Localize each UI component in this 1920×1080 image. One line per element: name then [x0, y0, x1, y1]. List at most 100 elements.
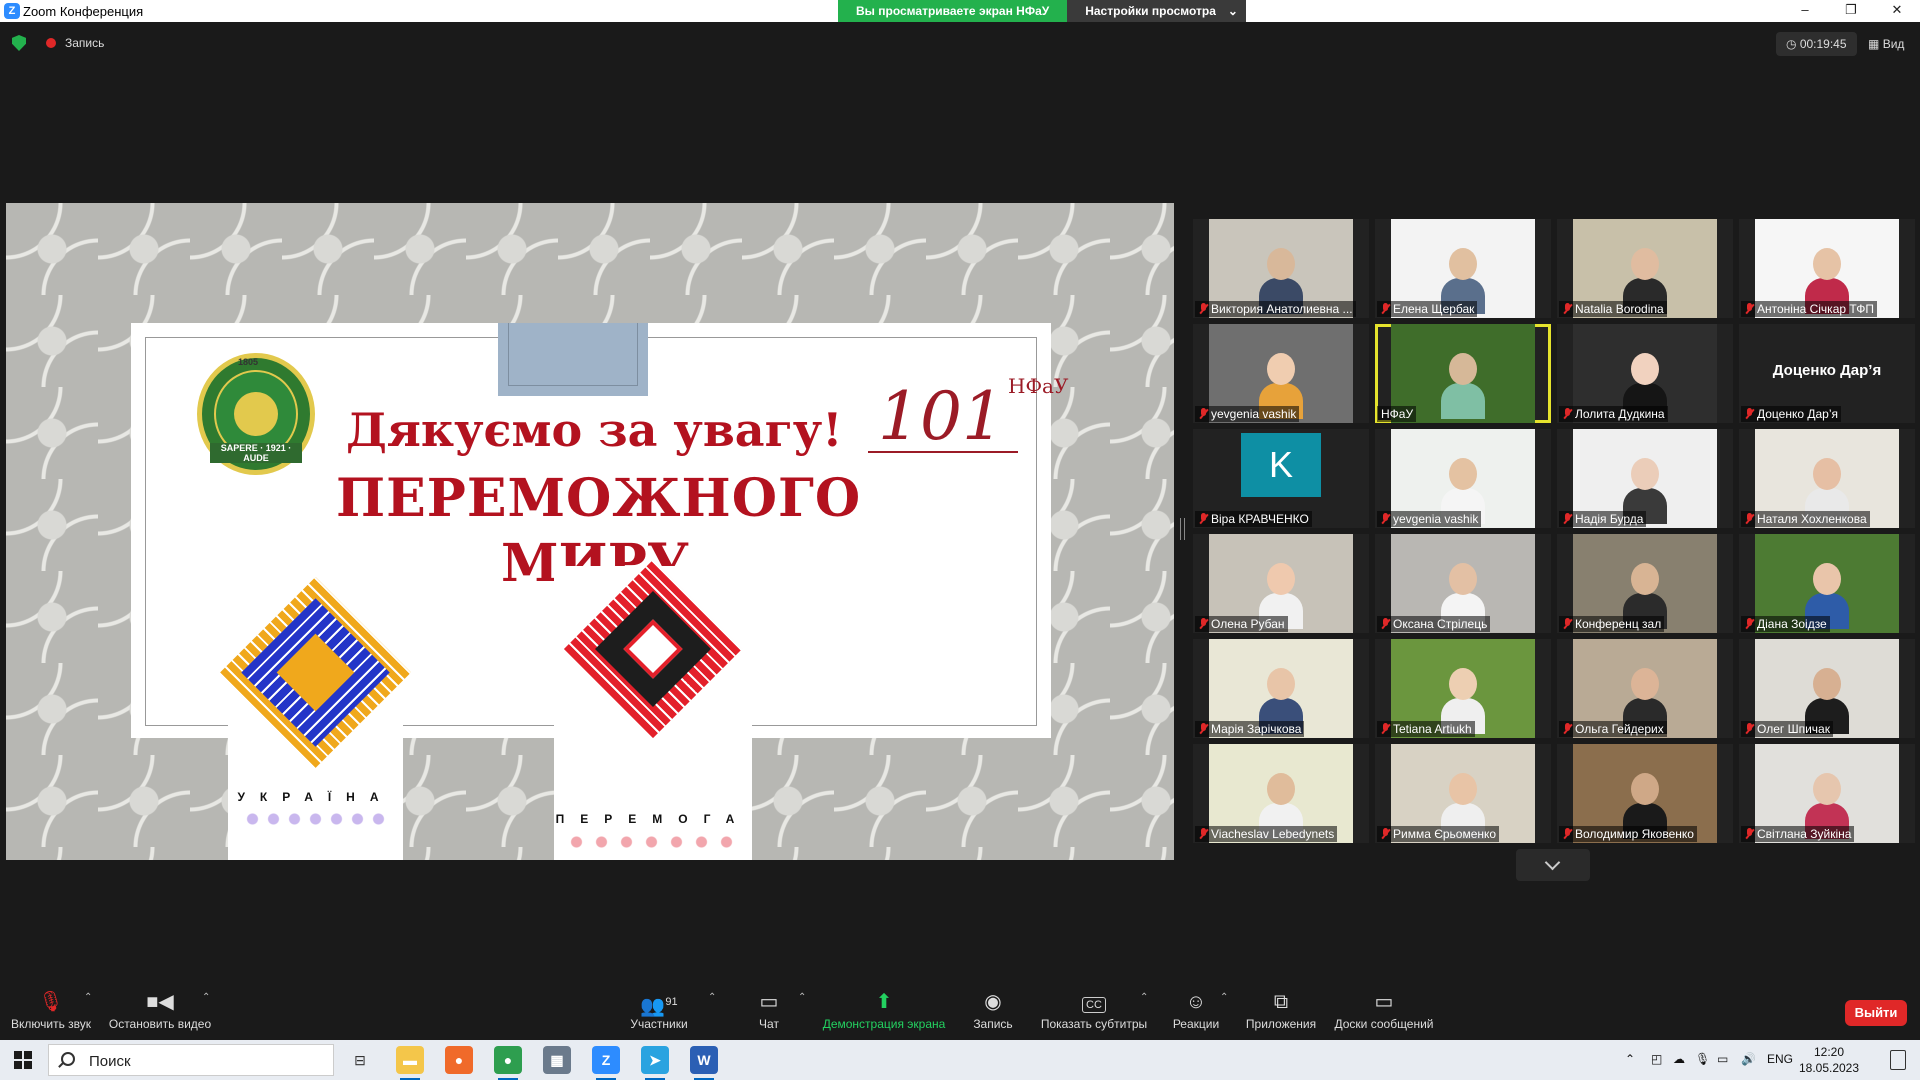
participant-name-label: Доценко Дар’я [1741, 406, 1842, 422]
participants-options-caret-icon[interactable]: ⌃ [708, 992, 716, 1003]
participant-tile[interactable]: K Віра КРАВЧЕНКО [1193, 429, 1369, 528]
participant-tile[interactable]: НФаУ [1375, 324, 1551, 423]
restore-button[interactable]: ❐ [1828, 0, 1874, 22]
participant-name-label: Марія Зарічкова [1195, 721, 1305, 737]
split-view-handle[interactable] [1180, 518, 1185, 540]
file-explorer-icon[interactable]: ▬ [396, 1046, 424, 1080]
taskbar-time: 12:20 [1813, 1045, 1845, 1059]
notifications-icon[interactable] [1890, 1050, 1906, 1070]
onedrive-icon[interactable]: ☁ [1673, 1052, 1685, 1066]
university-emblem-logo: 1805 SAPERE · 1921 · AUDE [197, 353, 315, 475]
anniversary-university-label: НФаУ [1008, 376, 1068, 396]
leave-meeting-button[interactable]: Выйти [1845, 1000, 1907, 1026]
telegram-icon[interactable]: ➤ [641, 1046, 669, 1080]
muted-microphone-icon [1745, 303, 1754, 315]
participants-button[interactable]: 👥91 Участники [626, 990, 692, 1031]
window-controls: – ❐ ✕ [1782, 0, 1920, 22]
chrome-icon[interactable]: ● [494, 1046, 522, 1080]
taskbar-clock[interactable]: 12:20 18.05.2023 [1796, 1044, 1862, 1076]
participant-figure [1441, 347, 1485, 419]
participant-name-label: Діана Зоідзе [1741, 616, 1830, 632]
participant-tile[interactable]: Надія Бурда [1557, 429, 1733, 528]
stop-video-button[interactable]: ■◀ Остановить видео [106, 990, 214, 1031]
participant-tile[interactable]: Олег Шпичак [1739, 639, 1915, 738]
participant-tile[interactable]: Антоніна Січкар ТФП [1739, 219, 1915, 318]
participant-tile[interactable]: Римма Єрьоменко [1375, 744, 1551, 843]
chat-options-caret-icon[interactable]: ⌃ [798, 992, 806, 1003]
participant-head [1449, 668, 1477, 700]
taskbar-search-placeholder: Поиск [89, 1053, 131, 1070]
participant-tile[interactable]: Natalia Borodina [1557, 219, 1733, 318]
participant-name-label: Антоніна Січкар ТФП [1741, 301, 1878, 317]
minimize-button[interactable]: – [1782, 0, 1828, 22]
participant-name-label: Tetiana Artiukh [1377, 721, 1475, 737]
participant-tile[interactable]: Лолита Дудкина [1557, 324, 1733, 423]
participant-name: Лолита Дудкина [1575, 407, 1665, 421]
participant-tile[interactable]: Tetiana Artiukh [1375, 639, 1551, 738]
close-button[interactable]: ✕ [1874, 0, 1920, 22]
microphone-icon[interactable]: 🎙 [1695, 1052, 1710, 1066]
record-icon: ◉ [984, 991, 1002, 1013]
recording-label[interactable]: Запись [65, 36, 104, 50]
recording-indicator-icon [46, 38, 56, 48]
participant-tile[interactable]: yevgenia vashik [1193, 324, 1369, 423]
participant-name: Світлана Зуйкіна [1757, 827, 1852, 841]
view-options-button[interactable]: Настройки просмотра ⌄ [1067, 0, 1246, 22]
firefox-icon[interactable]: ● [445, 1046, 473, 1074]
participant-name: Надія Бурда [1575, 512, 1644, 526]
tray-expand-icon[interactable]: ⌃ [1625, 1052, 1635, 1066]
security-shield-icon[interactable] [12, 35, 26, 51]
reactions-button[interactable]: ☺ Реакции [1168, 990, 1224, 1031]
muted-microphone-icon [1745, 408, 1754, 420]
participant-tile[interactable]: Діана Зоідзе [1739, 534, 1915, 633]
participant-head [1449, 563, 1477, 595]
muted-microphone-icon [1381, 303, 1390, 315]
taskbar-search-box[interactable]: Поиск [48, 1044, 334, 1076]
zoom-icon[interactable]: Z [592, 1046, 620, 1080]
participant-tile[interactable]: Viacheslav Lebedynets [1193, 744, 1369, 843]
view-button[interactable]: ▦ Вид [1868, 32, 1904, 56]
meeting-timer-value: 00:19:45 [1799, 37, 1847, 51]
participant-tile[interactable]: Виктория Анатолиевна ... [1193, 219, 1369, 318]
windows-start-icon[interactable] [14, 1051, 32, 1069]
apps-icon: ⧉ [1273, 991, 1289, 1013]
participant-tile[interactable]: Конференц зал [1557, 534, 1733, 633]
muted-microphone-icon [1563, 408, 1572, 420]
task-view-icon[interactable]: ⊟ [346, 1046, 374, 1074]
keyboard-language[interactable]: ENG [1767, 1052, 1793, 1066]
unmute-button[interactable]: 🎙 Включить звук [8, 990, 94, 1031]
network-icon[interactable]: ▭ [1717, 1052, 1728, 1066]
reactions-label: Реакции [1172, 1017, 1220, 1031]
video-options-caret-icon[interactable]: ⌃ [202, 992, 210, 1003]
chat-button[interactable]: ▭ Чат [748, 990, 790, 1031]
participant-name: Марія Зарічкова [1211, 722, 1302, 736]
word-icon[interactable]: W [690, 1046, 718, 1080]
reactions-options-caret-icon[interactable]: ⌃ [1220, 992, 1228, 1003]
participant-name: Конференц зал [1575, 617, 1662, 631]
participant-name-label: Віра КРАВЧЕНКО [1195, 511, 1312, 527]
participant-tile[interactable]: Олена Рубан [1193, 534, 1369, 633]
audio-options-caret-icon[interactable]: ⌃ [84, 992, 92, 1003]
participant-tile[interactable]: yevgenia vashik [1375, 429, 1551, 528]
apps-button[interactable]: ⧉ Приложения [1242, 990, 1320, 1031]
participant-tile[interactable]: Ольга Гейдерих [1557, 639, 1733, 738]
captions-options-caret-icon[interactable]: ⌃ [1140, 992, 1148, 1003]
participant-tile[interactable]: Наталя Хохленкова [1739, 429, 1915, 528]
participant-tile[interactable]: Світлана Зуйкіна [1739, 744, 1915, 843]
participant-name-label: Natalia Borodina [1559, 301, 1667, 317]
participant-tile[interactable]: Оксана Стрілець [1375, 534, 1551, 633]
participant-tile[interactable]: Марія Зарічкова [1193, 639, 1369, 738]
participant-tile[interactable]: Володимир Яковенко [1557, 744, 1733, 843]
record-button[interactable]: ◉ Запись [970, 990, 1016, 1031]
participant-avatar: K [1241, 433, 1321, 497]
gallery-next-page-button[interactable] [1516, 849, 1590, 881]
participant-tile[interactable]: Доценко Дар’я Доценко Дар’я [1739, 324, 1915, 423]
tray-app-icon[interactable]: ◰ [1651, 1052, 1662, 1066]
share-screen-button[interactable]: ⬆ Демонстрация экрана [818, 990, 950, 1031]
muted-microphone-icon [1563, 303, 1572, 315]
volume-icon[interactable]: 🔊 [1741, 1052, 1756, 1066]
calculator-icon[interactable]: ▦ [543, 1046, 571, 1074]
show-captions-button[interactable]: CC Показать субтитры [1038, 990, 1150, 1031]
participant-tile[interactable]: Елена Щербак [1375, 219, 1551, 318]
whiteboards-button[interactable]: ▭ Доски сообщений [1332, 990, 1436, 1031]
